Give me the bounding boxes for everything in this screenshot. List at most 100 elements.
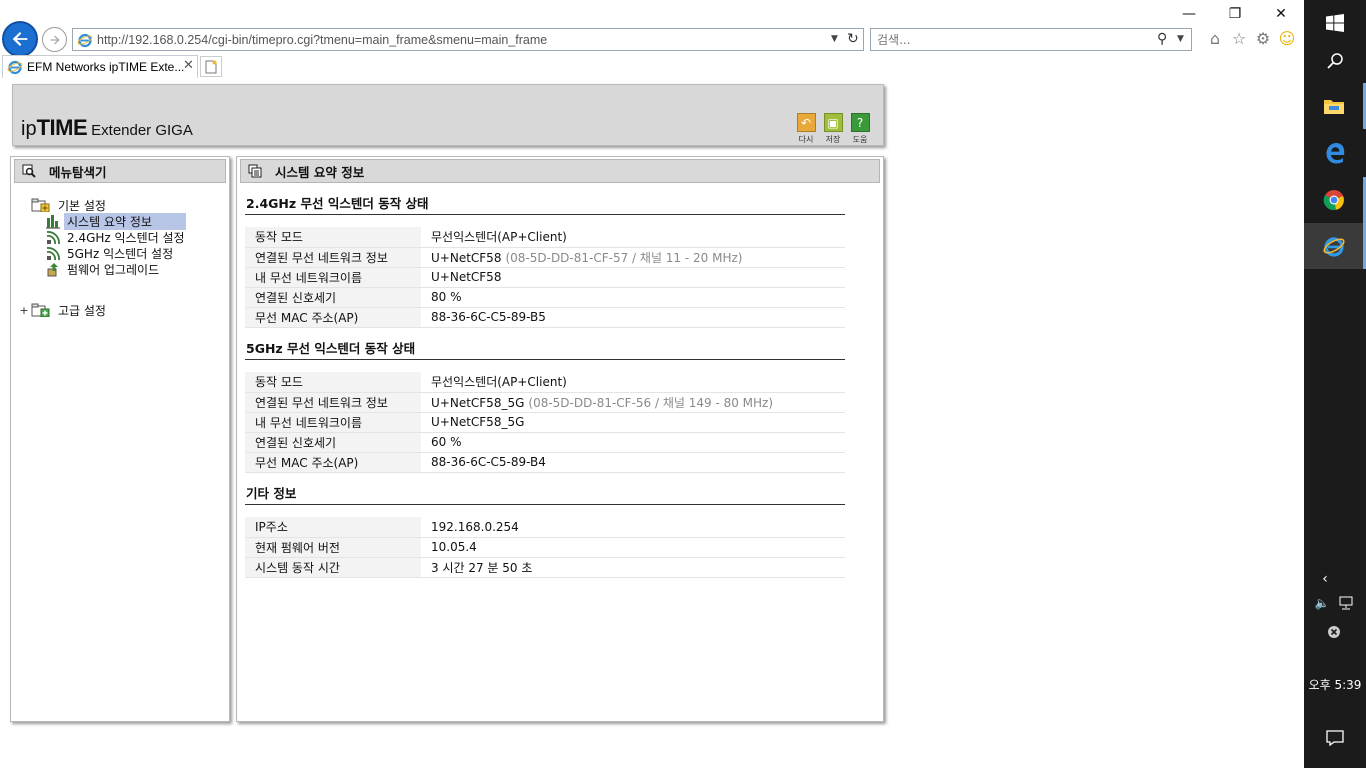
search-box[interactable]: ⚲ ▼ (870, 28, 1192, 51)
table-row: 내 무선 네트워크이름 U+NetCF58_5G (245, 412, 845, 433)
tree-node-advanced-settings[interactable]: + 고급 설정 (19, 302, 229, 318)
row-value-cell: 10.05.4 (421, 537, 845, 558)
forward-button[interactable] (42, 27, 67, 52)
row-value: U+NetCF58_5G (431, 415, 525, 429)
tab-iptime[interactable]: EFM Networks ipTIME Exte... ✕ (2, 55, 198, 78)
window-icon (247, 163, 263, 179)
gear-icon[interactable]: ⚙ (1253, 28, 1273, 48)
table-row: 현재 펌웨어 버전 10.05.4 (245, 537, 845, 558)
address-bar[interactable]: http://192.168.0.254/cgi-bin/timepro.cgi… (72, 28, 864, 51)
row-key: 현재 펌웨어 버전 (245, 537, 421, 558)
row-value-cell: 192.168.0.254 (421, 517, 845, 538)
sidebar-item-label: 시스템 요약 정보 (64, 212, 186, 230)
row-key: 내 무선 네트워크이름 (245, 412, 421, 433)
table-row: 동작 모드 무선익스텐더(AP+Client) (245, 227, 845, 248)
chrome-icon (1323, 190, 1344, 211)
browser-window: — ❐ ✕ http://192.168.0.254/cgi-bin/timep… (0, 0, 1304, 768)
row-value: 60 % (431, 435, 462, 449)
help-label: 도움 (852, 135, 868, 144)
menu-explorer-title-bar: 메뉴탐색기 (14, 159, 226, 183)
taskbar-search-button[interactable] (1304, 38, 1366, 84)
plus-icon[interactable]: + (19, 304, 29, 317)
upgrade-icon (44, 262, 62, 277)
restore-button[interactable]: ❐ (1212, 2, 1258, 26)
search-input[interactable] (877, 31, 1147, 49)
row-key: 내 무선 네트워크이름 (245, 267, 421, 288)
row-value-cell: U+NetCF58_5G (08-5D-DD-81-CF-56 / 채널 149 … (421, 392, 845, 413)
row-subvalue: (08-5D-DD-81-CF-56 / 채널 149 - 80 MHz) (528, 395, 774, 410)
help-icon: ? (850, 113, 870, 132)
new-tab-icon (205, 60, 217, 73)
save-label: 저장 (825, 135, 841, 144)
page-content: ip TIME Extender GIGA ↶ 다시 ▣ 저장 ? 도움 메뉴탐색기 (0, 80, 1304, 768)
windows-start-icon (1326, 14, 1344, 32)
table-row: 연결된 무선 네트워크 정보 U+NetCF58_5G (08-5D-DD-81-C… (245, 392, 845, 413)
row-key: 동작 모드 (245, 227, 421, 248)
row-value: 3 시간 27 분 50 초 (431, 560, 533, 575)
section-title: 5GHz 무선 익스텐더 동작 상태 (245, 340, 845, 360)
chevron-down-icon[interactable]: ▼ (1177, 34, 1184, 44)
sidebar-item-5g-extender[interactable]: 5GHz 익스텐더 설정 (19, 245, 229, 261)
home-icon[interactable]: ⌂ (1205, 28, 1225, 48)
row-value-cell: U+NetCF58 (08-5D-DD-81-CF-57 / 채널 11 - 20… (421, 247, 845, 268)
refresh-icon[interactable]: ↻ (847, 31, 859, 47)
row-key: 연결된 신호세기 (245, 287, 421, 308)
table-row: 연결된 무선 네트워크 정보 U+NetCF58 (08-5D-DD-81-CF-5… (245, 247, 845, 268)
taskbar-clock[interactable]: 오후 5:39 (1304, 676, 1366, 693)
close-tab-icon[interactable]: ✕ (183, 58, 194, 73)
new-tab-button[interactable] (200, 56, 222, 77)
row-value-cell: 80 % (421, 287, 845, 308)
window-controls: — ❐ ✕ (1166, 2, 1304, 26)
ie-favicon-icon (7, 60, 23, 75)
row-value-cell: 무선익스텐더(AP+Client) (421, 227, 845, 248)
tree-node-basic-settings[interactable]: 기본 설정 (19, 197, 229, 213)
chevron-left-icon[interactable]: ‹ (1314, 570, 1336, 588)
action-center-icon[interactable] (1324, 728, 1346, 748)
row-key: 연결된 신호세기 (245, 432, 421, 453)
sidebar-item-label: 펌웨어 업그레이드 (67, 262, 160, 277)
menu-explorer-title: 메뉴탐색기 (49, 164, 107, 180)
chevron-down-icon[interactable]: ▼ (831, 34, 838, 44)
row-value-cell: 무선익스텐더(AP+Client) (421, 372, 845, 393)
info-table: 동작 모드 무선익스텐더(AP+Client) 연결된 무선 네트워크 정보 U+N… (245, 227, 845, 328)
sidebar-item-firmware-upgrade[interactable]: 펌웨어 업그레이드 (19, 261, 229, 277)
row-value-cell: U+NetCF58 (421, 267, 845, 288)
back-button[interactable] (2, 21, 38, 57)
search-icon[interactable]: ⚲ (1157, 31, 1167, 47)
section-title: 2.4GHz 무선 익스텐더 동작 상태 (245, 195, 845, 215)
table-row: 연결된 신호세기 60 % (245, 432, 845, 453)
close-window-button[interactable]: ✕ (1258, 2, 1304, 26)
refresh-button[interactable]: ↶ 다시 (793, 113, 819, 145)
taskbar-edge[interactable] (1304, 130, 1366, 176)
sidebar-item-2g-extender[interactable]: 2.4GHz 익스텐더 설정 (19, 229, 229, 245)
row-value: 무선익스텐더(AP+Client) (431, 230, 567, 245)
volume-icon[interactable]: 🔈 (1312, 594, 1332, 612)
browser-toolbar: ⌂ ☆ ⚙ ☺ (1205, 28, 1297, 48)
refresh-label: 다시 (798, 135, 814, 144)
taskbar-internet-explorer[interactable] (1304, 223, 1366, 269)
close-circle-icon[interactable] (1324, 622, 1344, 642)
wifi-icon (44, 230, 62, 245)
network-icon[interactable] (1336, 594, 1356, 612)
row-value: 88-36-6C-C5-89-B5 (431, 310, 546, 324)
help-button[interactable]: ? 도움 (847, 113, 873, 145)
info-table: IP주소 192.168.0.254 현재 펌웨어 버전 10.05.4 시스템 동… (245, 517, 845, 578)
section-2g-status: 2.4GHz 무선 익스텐더 동작 상태 동작 모드 무선익스텐더(AP+Clie… (245, 195, 845, 328)
row-value: 10.05.4 (431, 540, 477, 554)
tab-title: EFM Networks ipTIME Exte... (27, 60, 185, 74)
smiley-icon[interactable]: ☺ (1277, 28, 1297, 48)
section-5g-status: 5GHz 무선 익스텐더 동작 상태 동작 모드 무선익스텐더(AP+Client… (245, 340, 845, 473)
table-row: IP주소 192.168.0.254 (245, 517, 845, 538)
info-table: 동작 모드 무선익스텐더(AP+Client) 연결된 무선 네트워크 정보 U+N… (245, 372, 845, 473)
row-value-cell: 88-36-6C-C5-89-B5 (421, 307, 845, 328)
row-value: U+NetCF58_5G (431, 395, 525, 410)
taskbar-chrome[interactable] (1304, 177, 1366, 223)
star-icon[interactable]: ☆ (1229, 28, 1249, 48)
sidebar-item-label: 2.4GHz 익스텐더 설정 (67, 230, 185, 245)
taskbar-file-explorer[interactable] (1304, 83, 1366, 129)
save-button[interactable]: ▣ 저장 (820, 113, 846, 145)
minimize-button[interactable]: — (1166, 2, 1212, 26)
table-row: 무선 MAC 주소(AP) 88-36-6C-C5-89-B5 (245, 307, 845, 328)
sidebar-item-system-summary[interactable]: 시스템 요약 정보 (19, 212, 229, 230)
refresh-icon: ↶ (796, 113, 816, 132)
